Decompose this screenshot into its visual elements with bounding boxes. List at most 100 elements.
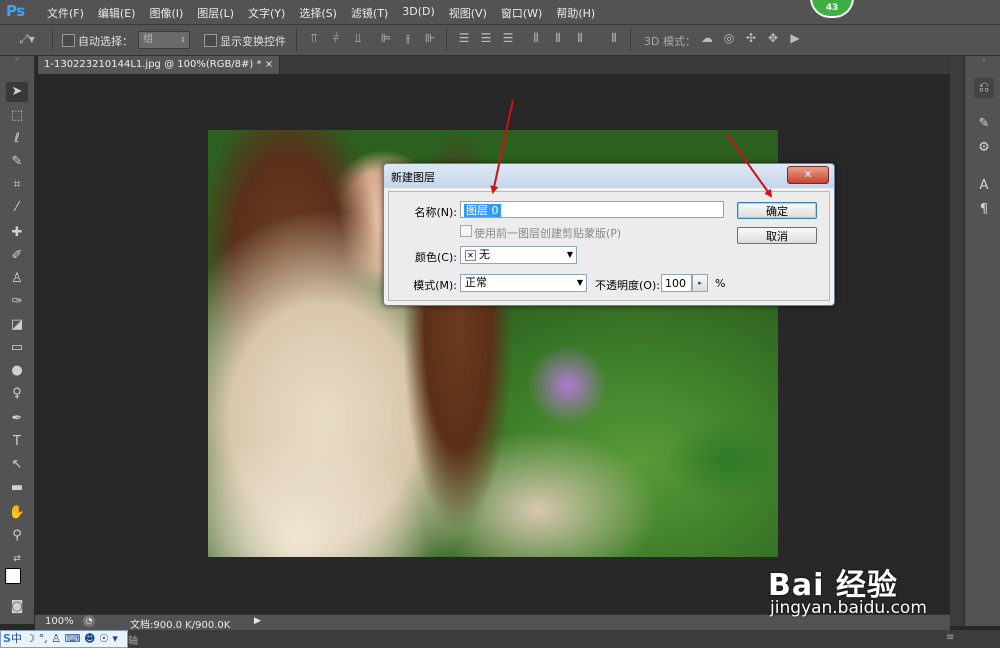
divider [630, 29, 631, 51]
hand-tool-icon[interactable]: ✋ [6, 503, 28, 523]
align-bottom-icon[interactable]: ⫫ [350, 31, 366, 46]
3d-scale-icon[interactable]: ▶ [786, 31, 804, 45]
tools-panel: » ➤ ⬚ ℓ ✎ ⌗ ⁄ ✚ ✐ ♙ ✑ ◪ ▭ ● ♀ ✒ T ↖ ▬ ✋ … [0, 56, 35, 624]
distribute-top-icon[interactable]: ☰ [456, 31, 472, 45]
panel-grip-icon[interactable]: » [6, 56, 28, 63]
lasso-tool-icon[interactable]: ℓ [6, 129, 28, 149]
menu-filter[interactable]: 滤镜(T) [344, 5, 395, 21]
paragraph-panel-icon[interactable]: ¶ [974, 200, 994, 220]
auto-select-checkbox[interactable] [62, 34, 75, 47]
timeline-menu-icon[interactable]: ≡ [946, 632, 954, 643]
panel-dock-strip [950, 56, 964, 626]
brush-tool-icon[interactable]: ✐ [6, 246, 28, 266]
auto-align-icon[interactable]: ⫴ [606, 31, 622, 46]
gradient-tool-icon[interactable]: ▭ [6, 338, 28, 358]
panel-collapse-icon[interactable]: « [974, 56, 994, 64]
zoom-tool-icon[interactable]: ⚲ [6, 526, 28, 546]
3d-roll-icon[interactable]: ◎ [720, 31, 738, 45]
timeline-label: 轴 [128, 636, 138, 647]
no-color-icon: ✕ [465, 250, 476, 261]
show-transform-checkbox[interactable] [204, 34, 217, 47]
menu-file[interactable]: 文件(F) [40, 5, 91, 21]
clip-mask-checkbox[interactable] [460, 225, 472, 237]
distribute-hcenter-icon[interactable]: ⦀ [550, 31, 566, 46]
3d-rotate-icon[interactable]: ☁ [698, 31, 716, 45]
menu-3d[interactable]: 3D(D) [395, 5, 442, 21]
align-vcenter-icon[interactable]: ⫩ [328, 31, 344, 46]
adjustments-panel-icon[interactable]: ⚙ [974, 138, 994, 158]
blend-mode-dropdown[interactable]: 正常 ▼ [460, 274, 587, 292]
menu-edit[interactable]: 编辑(E) [91, 5, 143, 21]
dialog-titlebar[interactable]: 新建图层 ✕ [384, 164, 834, 188]
document-tab[interactable]: 1-130223210144L1.jpg @ 100%(RGB/8#) * × [38, 56, 281, 74]
new-layer-dialog: 新建图层 ✕ 名称(N): 图层 0 使用前一图层创建剪贴蒙版(P) 颜色(C)… [383, 163, 835, 306]
marquee-tool-icon[interactable]: ⬚ [6, 106, 28, 126]
type-tool-icon[interactable]: T [6, 432, 28, 452]
status-menu-arrow-icon[interactable]: ▶ [254, 616, 261, 626]
mode-label: 模式(M): [413, 279, 457, 292]
name-label: 名称(N): [414, 206, 457, 219]
align-right-icon[interactable]: ⊪ [422, 31, 438, 45]
layer-name-input[interactable]: 图层 0 [460, 201, 724, 218]
auto-select-dropdown[interactable]: 组 ⇕ [138, 31, 190, 49]
dialog-close-icon[interactable]: ✕ [787, 166, 829, 184]
history-brush-tool-icon[interactable]: ✑ [6, 292, 28, 312]
path-select-tool-icon[interactable]: ↖ [6, 455, 28, 475]
layer-name-value: 图层 0 [464, 204, 501, 217]
shape-tool-icon[interactable]: ▬ [6, 478, 28, 498]
cancel-button[interactable]: 取消 [737, 227, 817, 244]
notification-badge[interactable]: 43 [810, 0, 854, 18]
distribute-right-icon[interactable]: ⦀ [572, 31, 588, 46]
menu-window[interactable]: 窗口(W) [494, 5, 549, 21]
auto-select-value: 组 [143, 34, 153, 45]
watermark-url: jingyan.baidu.com [770, 598, 927, 618]
opacity-value: 100 [665, 277, 686, 290]
ok-button[interactable]: 确定 [737, 202, 817, 219]
spinner-icon: ⇕ [180, 36, 186, 44]
distribute-vcenter-icon[interactable]: ☰ [478, 31, 494, 45]
crop-tool-icon[interactable]: ⌗ [6, 175, 28, 195]
eraser-tool-icon[interactable]: ◪ [6, 315, 28, 335]
align-top-icon[interactable]: ⫪ [306, 31, 322, 46]
pen-tool-icon[interactable]: ✒ [6, 409, 28, 429]
menu-help[interactable]: 帮助(H) [549, 5, 602, 21]
tab-close-icon[interactable]: × [265, 59, 273, 70]
history-panel-icon[interactable]: ⎌ [974, 78, 994, 98]
3d-slide-icon[interactable]: ✥ [764, 31, 782, 45]
menu-view[interactable]: 视图(V) [442, 5, 494, 21]
menu-type[interactable]: 文字(Y) [241, 5, 292, 21]
dodge-tool-icon[interactable]: ♀ [6, 384, 28, 404]
zoom-level[interactable]: 100% [45, 616, 74, 627]
color-dropdown[interactable]: ✕ 无 ▼ [460, 246, 577, 264]
menu-image[interactable]: 图像(I) [142, 5, 190, 21]
quick-mask-icon[interactable]: ◙ [6, 597, 28, 617]
opacity-unit: % [715, 277, 726, 290]
swap-colors-icon[interactable]: ⇄ [6, 549, 28, 569]
align-left-icon[interactable]: ⊫ [378, 31, 394, 45]
move-tool-icon[interactable]: ➤ [6, 82, 28, 102]
align-hcenter-icon[interactable]: ⫲ [400, 31, 416, 46]
move-tool-icon[interactable]: ⤢▾ [16, 32, 38, 47]
menu-layer[interactable]: 图层(L) [190, 5, 241, 21]
divider [296, 29, 297, 51]
status-info-icon[interactable]: ◔ [83, 615, 95, 627]
dialog-body: 名称(N): 图层 0 使用前一图层创建剪贴蒙版(P) 颜色(C): ✕ 无 ▼ 模… [388, 191, 830, 301]
foreground-color-swatch[interactable] [5, 568, 21, 584]
menu-select[interactable]: 选择(S) [292, 5, 344, 21]
character-panel-icon[interactable]: A [974, 176, 994, 196]
brush-panel-icon[interactable]: ✎ [974, 114, 994, 134]
opacity-slider-button[interactable]: ▸ [692, 274, 708, 292]
menu-list: 文件(F) 编辑(E) 图像(I) 图层(L) 文字(Y) 选择(S) 滤镜(T… [40, 5, 602, 21]
opacity-input[interactable]: 100 [661, 274, 692, 292]
clone-stamp-tool-icon[interactable]: ♙ [6, 269, 28, 289]
blur-tool-icon[interactable]: ● [6, 361, 28, 381]
distribute-bottom-icon[interactable]: ☰ [500, 31, 516, 45]
timeline-bar: 轴 ≡ [0, 630, 1000, 648]
healing-brush-tool-icon[interactable]: ✚ [6, 223, 28, 243]
distribute-left-icon[interactable]: ⦀ [528, 31, 544, 46]
ime-toolbar[interactable]: S中 ☽ °, ♙ ⌨ ☻ ☉ ▾ [0, 630, 128, 648]
eyedropper-tool-icon[interactable]: ⁄ [6, 198, 28, 218]
dropdown-arrow-icon: ▼ [566, 250, 573, 259]
quick-select-tool-icon[interactable]: ✎ [6, 152, 28, 172]
3d-drag-icon[interactable]: ✣ [742, 31, 760, 45]
